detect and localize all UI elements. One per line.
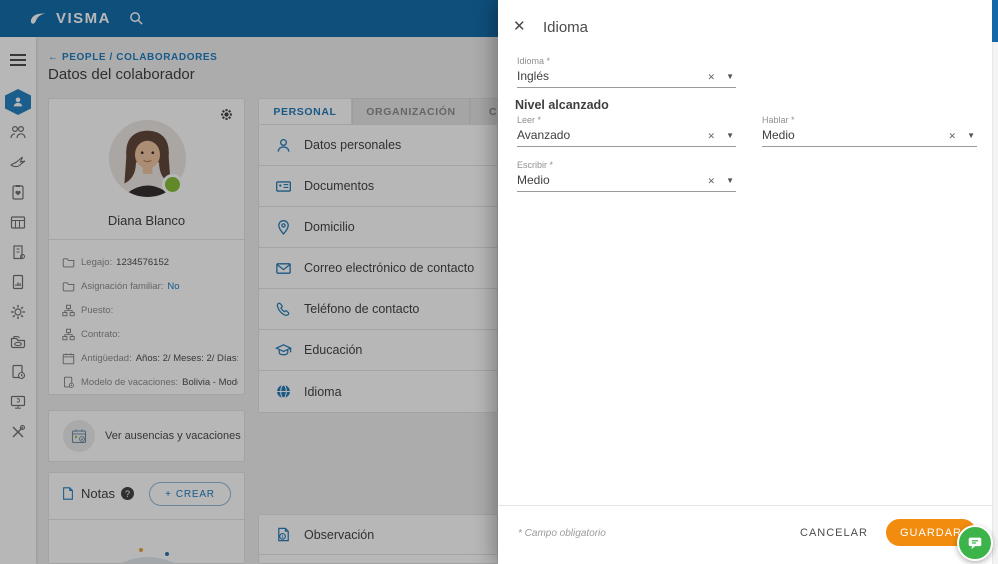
modal-scrollbar-track[interactable] bbox=[992, 0, 998, 564]
close-icon[interactable]: ✕ bbox=[513, 17, 526, 35]
field-underline bbox=[517, 87, 736, 88]
field-value: Avanzado bbox=[517, 128, 571, 142]
clear-icon[interactable]: ✕ bbox=[707, 131, 715, 142]
chevron-down-icon[interactable]: ▼ bbox=[726, 131, 734, 140]
leer-select[interactable]: Leer * Avanzado ✕ ▼ bbox=[517, 115, 736, 147]
chevron-down-icon[interactable]: ▼ bbox=[967, 131, 975, 140]
field-value: Inglés bbox=[517, 69, 550, 83]
field-label: Idioma * bbox=[517, 56, 551, 66]
field-underline bbox=[517, 146, 736, 147]
chevron-down-icon[interactable]: ▼ bbox=[726, 176, 734, 185]
chat-widget-button[interactable] bbox=[957, 525, 993, 561]
idioma-modal: ✕ Idioma Idioma * Inglés ✕ ▼ Nivel alcan… bbox=[498, 0, 998, 564]
clear-icon[interactable]: ✕ bbox=[707, 176, 715, 187]
required-fields-note: * Campo obligatorio bbox=[518, 528, 606, 539]
field-label: Escribir * bbox=[517, 160, 554, 170]
field-underline bbox=[762, 146, 977, 147]
hablar-select[interactable]: Hablar * Medio ✕ ▼ bbox=[762, 115, 977, 147]
field-underline bbox=[517, 191, 736, 192]
field-value: Medio bbox=[762, 128, 795, 142]
field-label: Leer * bbox=[517, 115, 542, 125]
chat-bubble-icon bbox=[968, 537, 982, 550]
footer-divider bbox=[498, 505, 998, 506]
cancel-button[interactable]: CANCELAR bbox=[800, 527, 868, 539]
idioma-select[interactable]: Idioma * Inglés ✕ ▼ bbox=[517, 56, 736, 88]
modal-title: Idioma bbox=[543, 19, 589, 36]
escribir-select[interactable]: Escribir * Medio ✕ ▼ bbox=[517, 160, 736, 192]
chevron-down-icon[interactable]: ▼ bbox=[726, 72, 734, 81]
field-label: Hablar * bbox=[762, 115, 795, 125]
clear-icon[interactable]: ✕ bbox=[707, 72, 715, 83]
field-value: Medio bbox=[517, 173, 550, 187]
app-window: VISMA ← PEOPLE / COLABORADORES Datos del… bbox=[0, 0, 998, 564]
clear-icon[interactable]: ✕ bbox=[948, 131, 956, 142]
section-heading: Nivel alcanzado bbox=[515, 98, 609, 112]
modal-scrollbar-thumb[interactable] bbox=[992, 0, 998, 42]
